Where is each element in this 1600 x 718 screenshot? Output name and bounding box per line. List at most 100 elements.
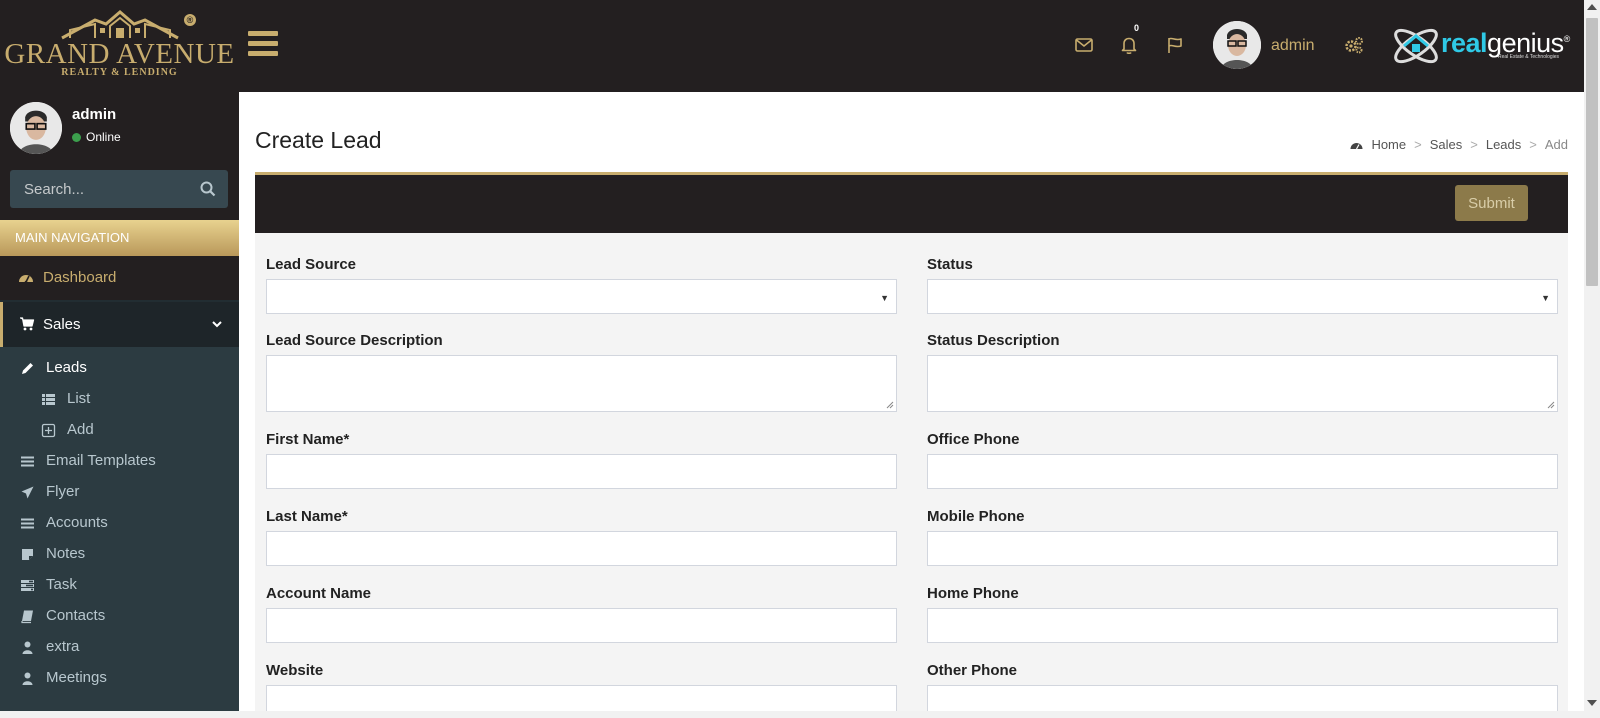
realgenius-tagline: Real Estate & Technologies (1498, 54, 1560, 60)
house-logo-icon (61, 10, 179, 40)
account-name-input[interactable] (266, 608, 897, 643)
top-header: ® GRAND AVENUE REALTY & LENDING 0 admin (0, 0, 1584, 92)
chevron-down-icon (212, 321, 222, 328)
sidebar-item-label: Task (46, 576, 77, 593)
grand-avenue-logo[interactable]: ® GRAND AVENUE REALTY & LENDING (0, 0, 239, 92)
sidebar-item-label: Notes (46, 545, 86, 562)
last-name-label: Last Name* (266, 508, 348, 525)
avatar-portrait-icon (1213, 21, 1261, 69)
logo-title: GRAND AVENUE (4, 38, 235, 70)
sidebar-item-meetings[interactable]: Meetings (0, 663, 239, 694)
sidebar-item-accounts[interactable]: Accounts (0, 508, 239, 539)
main-content: Create Lead Home > Sales > Leads > Add S… (239, 92, 1584, 718)
header-username[interactable]: admin (1271, 37, 1315, 55)
submit-button[interactable]: Submit (1455, 185, 1528, 221)
sticky-note-icon (22, 549, 33, 560)
sidebar-item-notes[interactable]: Notes (0, 539, 239, 570)
shopping-cart-icon (20, 317, 35, 331)
sidebar-item-label: Sales (43, 316, 81, 333)
form-toolbar: Submit (255, 175, 1568, 233)
sidebar-item-label: Add (67, 421, 94, 438)
sidebar-item-task[interactable]: Task (0, 570, 239, 601)
lead-source-label: Lead Source (266, 256, 357, 273)
tasks-icon (21, 580, 34, 591)
resize-grip-icon[interactable] (886, 401, 894, 409)
other-phone-label: Other Phone (927, 662, 1018, 679)
hamburger-menu-button[interactable] (248, 31, 278, 59)
mobile-phone-input[interactable] (927, 531, 1558, 566)
caret-down-icon: ▼ (1541, 293, 1550, 303)
search-icon[interactable] (200, 181, 216, 197)
sidebar-search-wrap (0, 164, 239, 220)
sidebar-item-contacts[interactable]: Contacts (0, 601, 239, 632)
sidebar-item-label: Contacts (46, 607, 106, 624)
sidebar-item-dashboard[interactable]: Dashboard (0, 256, 239, 300)
online-status: Online (72, 130, 121, 144)
bars-icon (21, 518, 34, 529)
website-label: Website (266, 662, 324, 679)
main-navigation-header: MAIN NAVIGATION (0, 220, 239, 256)
sidebar-item-sales[interactable]: Sales (0, 302, 239, 347)
hamburger-bar (248, 31, 278, 36)
sidebar-item-add[interactable]: Add (0, 415, 239, 446)
sidebar-search (10, 170, 228, 208)
mail-icon[interactable] (1073, 34, 1095, 56)
horizontal-scrollbar[interactable] (0, 711, 1584, 718)
hamburger-bar (248, 51, 278, 56)
scroll-up-arrow-icon[interactable] (1587, 4, 1597, 10)
plus-square-icon (41, 423, 56, 438)
lead-source-select[interactable]: ▼ (266, 279, 897, 314)
lead-source-description-textarea[interactable] (266, 355, 897, 412)
avatar-portrait-icon (10, 102, 62, 154)
scrollbar-thumb[interactable] (1586, 18, 1598, 286)
last-name-input[interactable] (266, 531, 897, 566)
sidebar-item-extra[interactable]: extra (0, 632, 239, 663)
user-icon (22, 641, 33, 654)
sidebar-item-flyer[interactable]: Flyer (0, 477, 239, 508)
header-user-avatar[interactable] (1213, 21, 1261, 69)
account-name-label: Account Name (266, 585, 372, 602)
status-select[interactable]: ▼ (927, 279, 1558, 314)
resize-grip-icon[interactable] (1547, 401, 1555, 409)
page-title: Create Lead (255, 127, 382, 153)
breadcrumb-separator: > (1529, 137, 1537, 152)
sidebar-item-label: Flyer (46, 483, 80, 500)
office-phone-input[interactable] (927, 454, 1558, 489)
pencil-icon (22, 363, 33, 374)
registered-mark: ® (184, 14, 196, 26)
breadcrumb: Home > Sales > Leads > Add (1350, 137, 1568, 152)
sidebar-item-email-templates[interactable]: Email Templates (0, 446, 239, 477)
home-phone-label: Home Phone (927, 585, 1019, 602)
sidebar-item-label: Accounts (46, 514, 108, 531)
first-name-input[interactable] (266, 454, 897, 489)
realgenius-real: real (1441, 28, 1488, 58)
sidebar-item-label: Dashboard (43, 269, 117, 286)
flag-icon[interactable] (1164, 34, 1186, 56)
hamburger-bar (248, 41, 278, 46)
caret-down-icon: ▼ (880, 293, 889, 303)
breadcrumb-leads[interactable]: Leads (1486, 137, 1521, 152)
status-description-textarea[interactable] (927, 355, 1558, 412)
search-input[interactable] (10, 170, 190, 208)
gears-icon[interactable] (1343, 34, 1365, 56)
status-label: Status (927, 256, 973, 273)
home-phone-input[interactable] (927, 608, 1558, 643)
book-icon (21, 610, 33, 624)
online-status-label: Online (86, 130, 121, 144)
list-icon (42, 394, 55, 405)
bars-icon (21, 456, 34, 467)
scroll-down-arrow-icon[interactable] (1587, 700, 1597, 706)
create-lead-form: Submit Lead Source ▼ Lead Source Descrip… (255, 172, 1568, 718)
sidebar: admin Online MAIN NAVIGATION Dashboard S… (0, 92, 239, 718)
sidebar-item-leads[interactable]: Leads (0, 353, 239, 384)
sidebar-item-label: Leads (46, 359, 87, 376)
sidebar-username: admin (72, 106, 117, 123)
breadcrumb-home[interactable]: Home (1371, 137, 1406, 152)
sidebar-item-label: extra (46, 638, 80, 655)
sidebar-item-list[interactable]: List (0, 384, 239, 415)
office-phone-label: Office Phone (927, 431, 1020, 448)
bell-icon[interactable] (1118, 34, 1140, 56)
breadcrumb-sales[interactable]: Sales (1430, 137, 1463, 152)
plane-icon (21, 486, 34, 499)
sidebar-user-panel: admin Online (0, 92, 239, 164)
